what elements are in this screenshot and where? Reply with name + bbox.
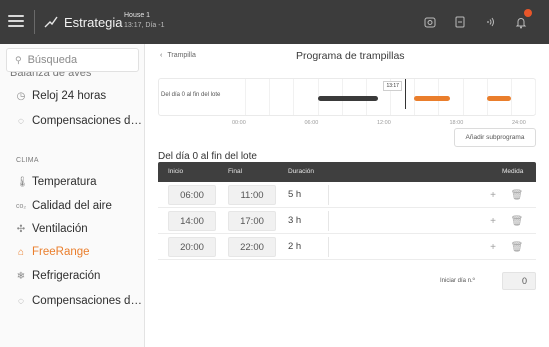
sidebar-item-compensations[interactable]: ◌ Compensaciones del u...	[0, 108, 144, 134]
sidebar-item-label: Refrigeración	[32, 270, 101, 282]
sidebar-item-cooling[interactable]: ❄ Refrigeración	[0, 263, 144, 289]
add-icon[interactable]: +	[484, 238, 502, 256]
timeline-segment[interactable]	[486, 96, 511, 101]
sidebar-item-label: Calidad del aire	[32, 200, 112, 212]
timeline-tick-label: 06:00	[304, 120, 319, 126]
search-icon: ⚲	[15, 54, 22, 65]
timeline-gridline	[269, 79, 271, 115]
table-header: Inicio Final Duración Medida	[158, 162, 536, 182]
timeline-gridline	[510, 79, 512, 115]
thermometer-icon: 🌡︎	[16, 176, 29, 188]
table-row: 20:00 22:00 2 h + 🗑︎	[158, 234, 536, 260]
search-box[interactable]: ⚲	[6, 48, 139, 72]
timeline-tick-label: 00:00	[232, 120, 246, 126]
duration-value: 5 h	[288, 189, 302, 200]
brand[interactable]: Estrategia	[44, 12, 123, 32]
duration-value: 3 h	[288, 215, 302, 226]
trash-icon[interactable]: 🗑︎	[508, 238, 526, 256]
timeline-gridline	[245, 79, 246, 115]
signal-icon[interactable]	[481, 13, 499, 31]
trend-icon	[44, 16, 58, 28]
sidebar-item-freerange[interactable]: ⌂ FreeRange	[0, 239, 144, 265]
clock-icon: ◷	[16, 90, 26, 102]
house-name: House 1	[124, 12, 151, 19]
duration-value: 2 h	[288, 241, 302, 252]
timeline-track: 13:17	[245, 79, 536, 115]
trash-icon[interactable]: 🗑︎	[508, 186, 526, 204]
back-label: Trampilla	[167, 52, 196, 59]
start-time-field[interactable]: 14:00	[168, 211, 216, 231]
chevron-left-icon: ‹	[160, 52, 163, 59]
header-action: Medida	[502, 168, 524, 175]
notification-badge	[524, 9, 532, 17]
schedule-table: Inicio Final Duración Medida 06:00 11:00…	[158, 162, 536, 260]
compensation-icon: ◌	[18, 115, 24, 127]
top-bar: Estrategia House 1 13:17, Día -1	[0, 0, 549, 44]
fan-icon: ✣	[16, 223, 26, 235]
table-row: 06:00 11:00 5 h + 🗑︎	[158, 182, 536, 208]
divider	[328, 185, 329, 205]
page-title: Programa de trampillas	[296, 50, 405, 62]
start-time-field[interactable]: 06:00	[168, 185, 216, 205]
sidebar: ⚲ Balanza de aves ◷ Reloj 24 horas ◌ Com…	[0, 44, 145, 347]
timeline-gridline	[293, 79, 295, 115]
current-time-label: 13:17	[383, 81, 402, 91]
header-duration: Duración	[288, 168, 315, 175]
header-start: Inicio	[168, 168, 184, 175]
header-end: Final	[228, 168, 243, 175]
timeline-segment[interactable]	[317, 96, 378, 101]
timeline-segment[interactable]	[414, 96, 451, 101]
back-link[interactable]: ‹ Trampilla	[160, 52, 196, 59]
table-row: 14:00 17:00 3 h + 🗑︎	[158, 208, 536, 234]
sidebar-item-label: Ventilación	[32, 223, 88, 235]
sidebar-item-partial[interactable]: Balanza de aves	[10, 72, 91, 78]
camera-icon[interactable]	[421, 13, 439, 31]
sidebar-item-label: Temperatura	[32, 176, 97, 188]
house-info[interactable]: House 1 13:17, Día -1	[124, 11, 164, 31]
add-subprogram-button[interactable]: Añadir subprograma	[454, 128, 536, 147]
current-time-marker	[405, 79, 407, 109]
timeline-gridline	[462, 79, 464, 115]
end-time-field[interactable]: 11:00	[228, 185, 276, 205]
start-day-input[interactable]: 0	[502, 272, 536, 290]
sidebar-item-label: Reloj 24 horas	[32, 90, 107, 102]
timeline-tick-label: 24:00	[512, 120, 526, 126]
divider	[328, 237, 329, 257]
menu-icon[interactable]	[6, 12, 26, 32]
timeline-gridline	[535, 79, 536, 115]
sidebar-item-label: Compensaciones del u...	[32, 295, 144, 307]
timeline-tick-label: 18:00	[449, 120, 464, 126]
add-icon[interactable]: +	[484, 186, 502, 204]
end-time-field[interactable]: 17:00	[228, 211, 276, 231]
divider	[34, 10, 35, 34]
freerange-icon: ⌂	[17, 246, 25, 258]
search-input[interactable]	[27, 54, 128, 66]
brand-name: Estrategia	[64, 14, 123, 30]
device-icon[interactable]	[451, 13, 469, 31]
main-content: ‹ Trampilla Programa de trampillas Del d…	[146, 44, 549, 347]
timeline-row-label: Del día 0 al fin del lote	[161, 92, 221, 98]
house-time-day: 13:17, Día -1	[124, 22, 165, 29]
add-icon[interactable]: +	[484, 212, 502, 230]
co2-icon: co₂	[16, 202, 27, 210]
sidebar-item-clock[interactable]: ◷ Reloj 24 horas	[0, 83, 144, 109]
section-title: Del día 0 al fin del lote	[158, 151, 257, 162]
start-time-field[interactable]: 20:00	[168, 237, 216, 257]
divider	[328, 211, 329, 231]
sidebar-item-temperature[interactable]: 🌡︎ Temperatura	[0, 169, 144, 195]
sidebar-item-label: FreeRange	[32, 246, 90, 258]
sidebar-item-label: Compensaciones del u...	[32, 115, 144, 127]
timeline-tick-label: 12:00	[377, 120, 391, 126]
sidebar-item-compensations-2[interactable]: ◌ Compensaciones del u...	[0, 288, 144, 314]
trash-icon[interactable]: 🗑︎	[508, 212, 526, 230]
start-day-label: Iniciar día n.º	[440, 278, 475, 284]
compensation-icon: ◌	[18, 295, 24, 307]
section-label-clima: CLIMA	[16, 157, 39, 164]
schedule-timeline: Del día 0 al fin del lote 13:17	[158, 78, 536, 116]
bell-icon[interactable]	[512, 9, 532, 31]
cooling-icon: ❄	[16, 270, 26, 282]
end-time-field[interactable]: 22:00	[228, 237, 276, 257]
